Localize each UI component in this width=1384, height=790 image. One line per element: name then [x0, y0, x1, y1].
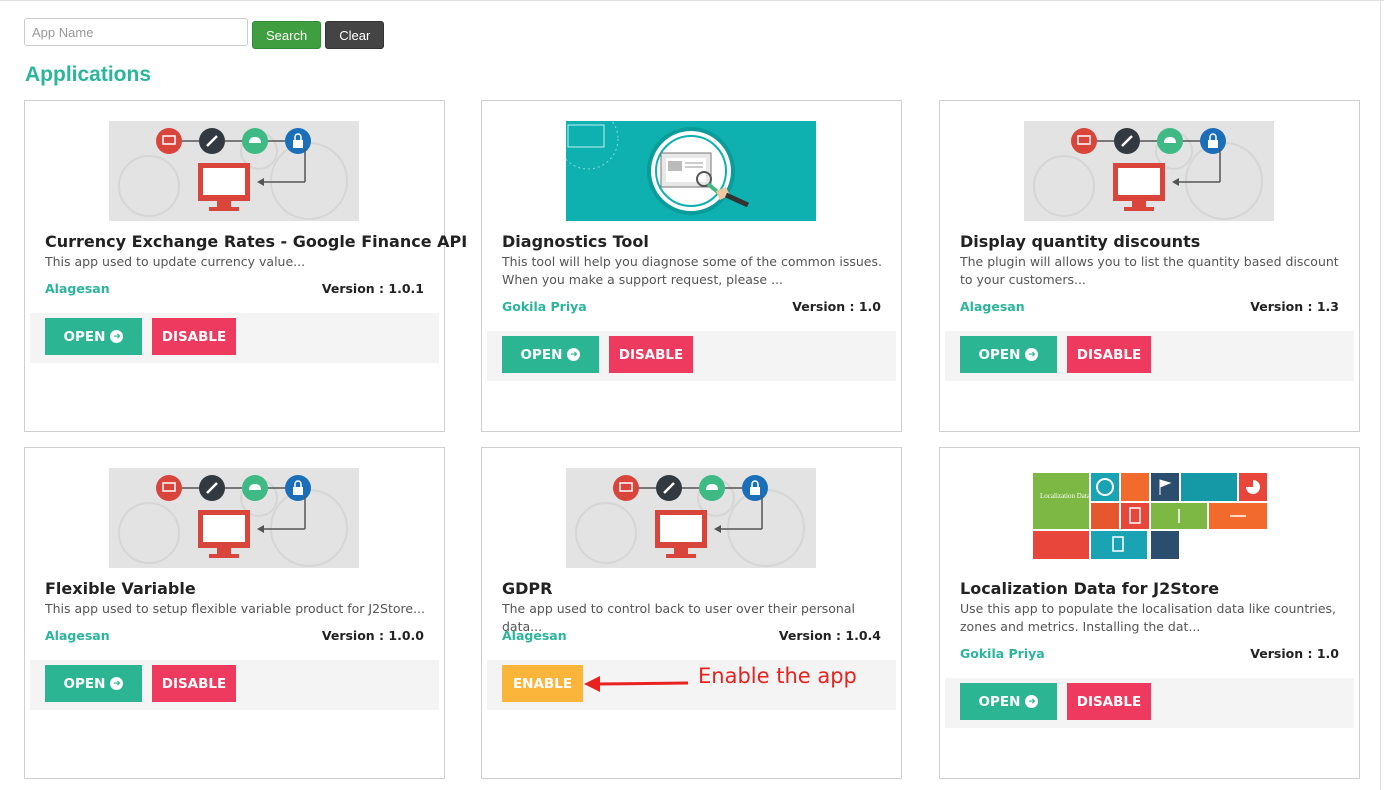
app-version: Version : 1.0.1: [321, 281, 424, 296]
frame-right-border: [1380, 0, 1381, 790]
app-author[interactable]: Alagesan: [45, 628, 110, 643]
arrow-circle-right-icon: ➜: [567, 348, 581, 361]
app-description: Use this app to populate the localisatio…: [960, 601, 1337, 634]
app-actions: OPEN ➜ DISABLE: [945, 678, 1354, 728]
disable-button[interactable]: DISABLE: [152, 665, 236, 702]
clear-button[interactable]: Clear: [325, 21, 385, 49]
app-name-search-input[interactable]: [24, 18, 248, 46]
disable-button[interactable]: DISABLE: [152, 318, 236, 355]
app-card-gdpr: GDPR The app used to control back to use…: [481, 447, 902, 779]
app-author[interactable]: Gokila Priya: [960, 646, 1045, 661]
app-title: Flexible Variable: [45, 579, 196, 598]
app-actions: OPEN ➜ DISABLE: [30, 660, 439, 710]
app-version: Version : 1.3: [1250, 299, 1339, 314]
app-banner-image: [566, 121, 816, 221]
annotation-label: Enable the app: [698, 664, 857, 688]
open-button[interactable]: OPEN ➜: [45, 318, 142, 355]
enable-button[interactable]: ENABLE: [502, 665, 583, 702]
app-version: Version : 1.0.0: [321, 628, 424, 643]
open-label: OPEN: [978, 346, 1021, 363]
app-card-diagnostics-tool: Diagnostics Tool This tool will help you…: [481, 100, 902, 432]
app-card-flexible-variable: Flexible Variable This app used to setup…: [24, 447, 445, 779]
app-banner-image: [109, 468, 359, 568]
app-author[interactable]: Gokila Priya: [502, 299, 587, 314]
app-title: Localization Data for J2Store: [960, 579, 1220, 598]
app-title: Currency Exchange Rates - Google Finance…: [45, 232, 468, 251]
disable-button[interactable]: DISABLE: [609, 336, 693, 373]
disable-button[interactable]: DISABLE: [1067, 336, 1151, 373]
app-banner-image: [1024, 121, 1274, 221]
app-actions: OPEN ➜ DISABLE: [945, 331, 1354, 381]
open-label: OPEN: [63, 328, 106, 345]
app-description: The plugin will allows you to list the q…: [960, 254, 1339, 287]
search-bar: Search Clear: [24, 15, 385, 49]
app-title: Diagnostics Tool: [502, 232, 649, 251]
app-card-currency-exchange: Currency Exchange Rates - Google Finance…: [24, 100, 467, 432]
app-description: This tool will help you diagnose some of…: [502, 254, 882, 287]
arrow-circle-right-icon: ➜: [1025, 348, 1039, 361]
open-button[interactable]: OPEN ➜: [960, 683, 1057, 720]
app-card-localization-data: Localization Data Localization Data for …: [939, 447, 1360, 779]
app-author[interactable]: Alagesan: [502, 628, 567, 643]
app-author[interactable]: Alagesan: [960, 299, 1025, 314]
app-author[interactable]: Alagesan: [45, 281, 110, 296]
app-card-display-quantity-discounts: Display quantity discounts The plugin wi…: [939, 100, 1360, 432]
app-title: Display quantity discounts: [960, 232, 1201, 251]
app-banner-image: [566, 468, 816, 568]
app-version: Version : 1.0: [792, 299, 881, 314]
open-label: OPEN: [978, 693, 1021, 710]
annotation-arrow-icon: [584, 676, 688, 692]
banner-caption: Localization Data: [1040, 492, 1091, 500]
open-button[interactable]: OPEN ➜: [502, 336, 599, 373]
page-title: Applications: [25, 63, 152, 86]
app-description: This app used to update currency value..…: [45, 254, 306, 269]
app-title: GDPR: [502, 579, 553, 598]
open-label: OPEN: [63, 675, 106, 692]
app-version: Version : 1.0: [1250, 646, 1339, 661]
disable-button[interactable]: DISABLE: [1067, 683, 1151, 720]
open-button[interactable]: OPEN ➜: [960, 336, 1057, 373]
app-actions: OPEN ➜ DISABLE: [487, 331, 896, 381]
arrow-circle-right-icon: ➜: [1025, 695, 1039, 708]
open-button[interactable]: OPEN ➜: [45, 665, 142, 702]
app-version: Version : 1.0.4: [778, 628, 881, 643]
search-button[interactable]: Search: [252, 21, 322, 49]
open-label: OPEN: [520, 346, 563, 363]
app-description: This app used to setup flexible variable…: [45, 601, 426, 616]
app-banner-image: [109, 121, 359, 221]
arrow-circle-right-icon: ➜: [110, 677, 124, 690]
arrow-circle-right-icon: ➜: [110, 330, 124, 343]
localization-banner-image: Localization Data: [1033, 473, 1267, 565]
frame-top-border: [0, 0, 1384, 1]
app-actions: OPEN ➜ DISABLE: [30, 313, 439, 363]
